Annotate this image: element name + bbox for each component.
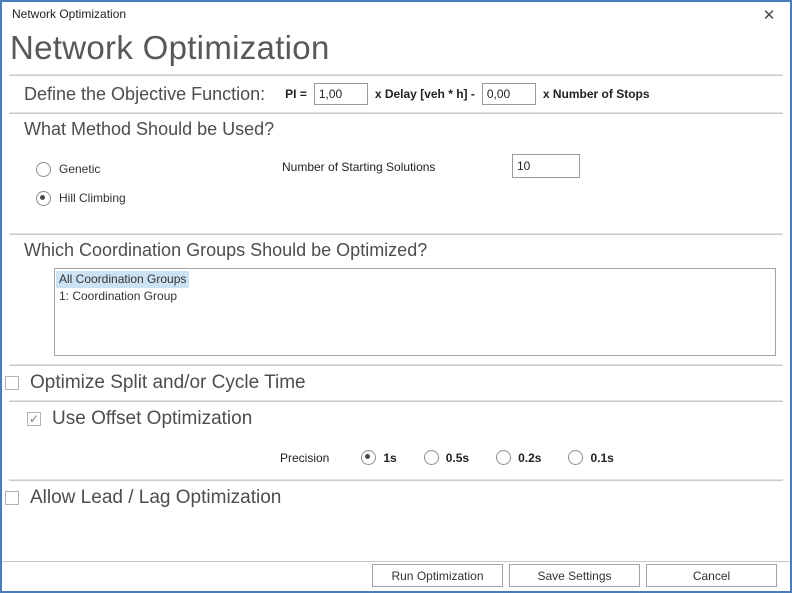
method-heading: What Method Should be Used? bbox=[24, 119, 275, 139]
radio-option-01s[interactable]: 0.1s bbox=[568, 450, 614, 465]
footer: Run Optimization Save Settings Cancel bbox=[2, 561, 790, 589]
coordination-groups-listbox[interactable]: All Coordination Groups 1: Coordination … bbox=[54, 268, 776, 356]
lead-lag-label: Allow Lead / Lag Optimization bbox=[30, 487, 282, 508]
list-item[interactable]: 1: Coordination Group bbox=[56, 288, 775, 305]
cancel-button[interactable]: Cancel bbox=[646, 564, 777, 587]
save-settings-button[interactable]: Save Settings bbox=[509, 564, 640, 587]
pi-label: PI = bbox=[285, 87, 307, 101]
offset-check-row: ✓ Use Offset Optimization bbox=[24, 402, 790, 436]
objective-section: Define the Objective Function: PI = x De… bbox=[2, 76, 790, 112]
radio-option-05s[interactable]: 0.5s bbox=[423, 450, 470, 465]
radio-label: 0.5s bbox=[445, 450, 470, 465]
radio-icon[interactable] bbox=[36, 190, 51, 206]
method-section: What Method Should be Used? Genetic Hill… bbox=[2, 114, 790, 233]
network-optimization-dialog: { "window": { "title": "Network Optimiza… bbox=[0, 0, 792, 593]
radio-option-hill-climbing[interactable]: Hill Climbing bbox=[36, 190, 790, 206]
offset-label: Use Offset Optimization bbox=[52, 408, 253, 429]
coordination-section: Which Coordination Groups Should be Opti… bbox=[2, 235, 790, 356]
split-cycle-checkbox[interactable] bbox=[5, 376, 19, 390]
page-title: Network Optimization bbox=[10, 29, 330, 66]
split-cycle-label: Optimize Split and/or Cycle Time bbox=[30, 372, 306, 393]
radio-label: 0.1s bbox=[590, 450, 614, 465]
pi-stops-weight-input[interactable] bbox=[481, 83, 536, 105]
run-optimization-button[interactable]: Run Optimization bbox=[372, 564, 503, 587]
stops-label: x Number of Stops bbox=[542, 87, 650, 101]
objective-controls: PI = x Delay [veh * h] - x Number of Sto… bbox=[285, 83, 650, 105]
precision-label: Precision bbox=[280, 450, 330, 465]
lead-lag-section: Allow Lead / Lag Optimization bbox=[2, 481, 790, 515]
radio-icon[interactable] bbox=[496, 450, 512, 465]
delay-label: x Delay [veh * h] - bbox=[374, 87, 475, 101]
radio-option-02s[interactable]: 0.2s bbox=[496, 450, 541, 465]
starting-solutions-label: Number of Starting Solutions bbox=[282, 160, 436, 174]
pi-delay-weight-input[interactable] bbox=[313, 83, 368, 105]
starting-solutions-input[interactable] bbox=[512, 154, 580, 178]
objective-heading: Define the Objective Function: bbox=[24, 83, 266, 104]
split-cycle-section: Optimize Split and/or Cycle Time bbox=[2, 366, 790, 400]
lead-lag-checkbox[interactable] bbox=[5, 491, 19, 505]
radio-icon[interactable] bbox=[423, 450, 439, 465]
close-icon[interactable]: ✕ bbox=[748, 7, 790, 25]
radio-label: 1s bbox=[383, 450, 397, 465]
offset-checkbox[interactable]: ✓ bbox=[27, 412, 41, 426]
radio-icon[interactable] bbox=[361, 450, 377, 465]
titlebar: Network Optimization ✕ bbox=[2, 2, 790, 28]
offset-section: ✓ Use Offset Optimization Precision 1s 0… bbox=[2, 402, 790, 479]
radio-label: Hill Climbing bbox=[59, 191, 126, 205]
radio-label: 0.2s bbox=[518, 450, 542, 465]
radio-icon[interactable] bbox=[36, 161, 51, 177]
window-title: Network Optimization bbox=[12, 7, 127, 21]
coordination-heading: Which Coordination Groups Should be Opti… bbox=[24, 240, 428, 260]
precision-row: Precision 1s 0.5s 0.2s 0.1s bbox=[280, 450, 790, 479]
radio-icon[interactable] bbox=[568, 450, 584, 465]
list-item[interactable]: All Coordination Groups bbox=[56, 271, 775, 288]
radio-label: Genetic bbox=[59, 162, 101, 176]
radio-option-1s[interactable]: 1s bbox=[361, 450, 397, 465]
